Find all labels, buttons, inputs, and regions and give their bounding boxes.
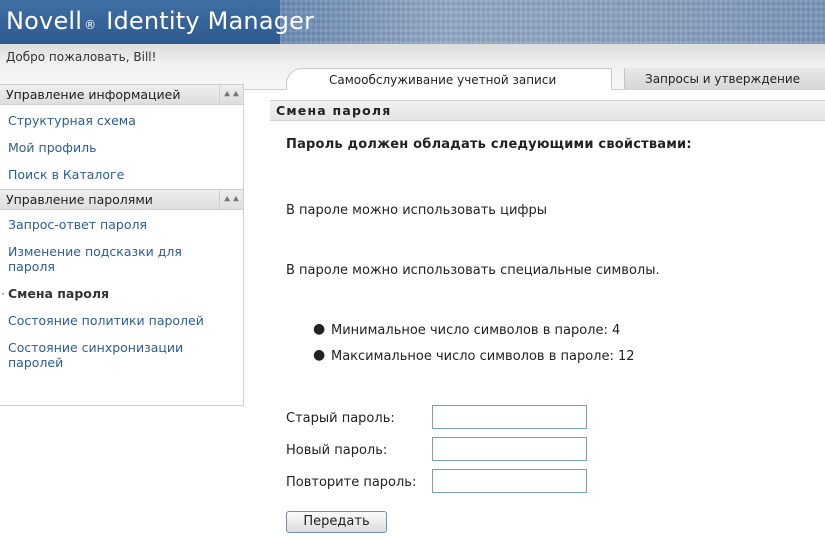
tab-requests-approvals[interactable]: Запросы и утверждение: [624, 68, 825, 90]
sidebar-item-my-profile[interactable]: Мой профиль: [0, 140, 243, 155]
repeat-password-label: Повторите пароль:: [286, 475, 417, 490]
sidebar-item-directory-search[interactable]: Поиск в Каталоге: [0, 167, 243, 182]
rule-digits: В пароле можно использовать цифры: [286, 203, 548, 218]
sidebar-item-label: Смена пароля: [8, 286, 110, 301]
panel-title: Смена пароля: [270, 100, 825, 121]
collapse-up-icon[interactable]: ⯅⯅: [219, 190, 243, 209]
registered-mark: ®: [84, 18, 97, 32]
sidebar-item-password-sync-status[interactable]: Состояние синхронизации паролей: [0, 340, 220, 370]
sidebar-item-change-password[interactable]: · Смена пароля: [0, 286, 243, 301]
new-password-field[interactable]: [432, 437, 587, 461]
submit-button[interactable]: Передать: [286, 511, 387, 533]
bullet-icon: ●: [313, 321, 326, 337]
sidebar-section-info-management[interactable]: Управление информацией ⯅⯅: [0, 84, 243, 105]
rule-min-length: Минимальное число символов в пароле: 4: [331, 323, 621, 338]
requirements-heading: Пароль должен обладать следующими свойст…: [286, 137, 692, 152]
bullet-icon: ●: [313, 347, 326, 363]
brand-name: Novell: [6, 7, 83, 35]
tab-account-self-service[interactable]: Самообслуживание учетной записи: [286, 68, 612, 90]
sidebar-item-password-policy-status[interactable]: Состояние политики паролей: [0, 313, 243, 328]
sidebar-item-challenge-response[interactable]: Запрос-ответ пароля: [0, 217, 243, 232]
welcome-text: Добро пожаловать, Bill!: [6, 50, 157, 64]
sidebar-section-password-management[interactable]: Управление паролями ⯅⯅: [0, 189, 243, 210]
brand-product: Identity Manager: [106, 7, 315, 35]
collapse-up-icon[interactable]: ⯅⯅: [219, 85, 243, 104]
header-texture: [280, 0, 825, 44]
new-password-label: Новый пароль:: [286, 443, 388, 458]
app-header: Novell ® Identity Manager: [0, 0, 825, 44]
rule-special-characters: В пароле можно использовать специальные …: [286, 263, 660, 278]
old-password-field[interactable]: [432, 405, 587, 429]
sidebar-section-title: Управление информацией: [6, 87, 181, 102]
sidebar-item-org-chart[interactable]: Структурная схема: [0, 113, 243, 128]
sidebar: Управление информацией ⯅⯅ Структурная сх…: [0, 84, 244, 406]
sidebar-section-title: Управление паролями: [6, 192, 153, 207]
app-logo: Novell ® Identity Manager: [6, 7, 314, 35]
rule-max-length: Максимальное число символов в пароле: 12: [331, 349, 635, 364]
current-item-marker: ·: [1, 286, 5, 301]
repeat-password-field[interactable]: [432, 469, 587, 493]
sidebar-item-password-hint[interactable]: Изменение подсказки для пароля: [0, 244, 230, 274]
old-password-label: Старый пароль:: [286, 411, 395, 426]
